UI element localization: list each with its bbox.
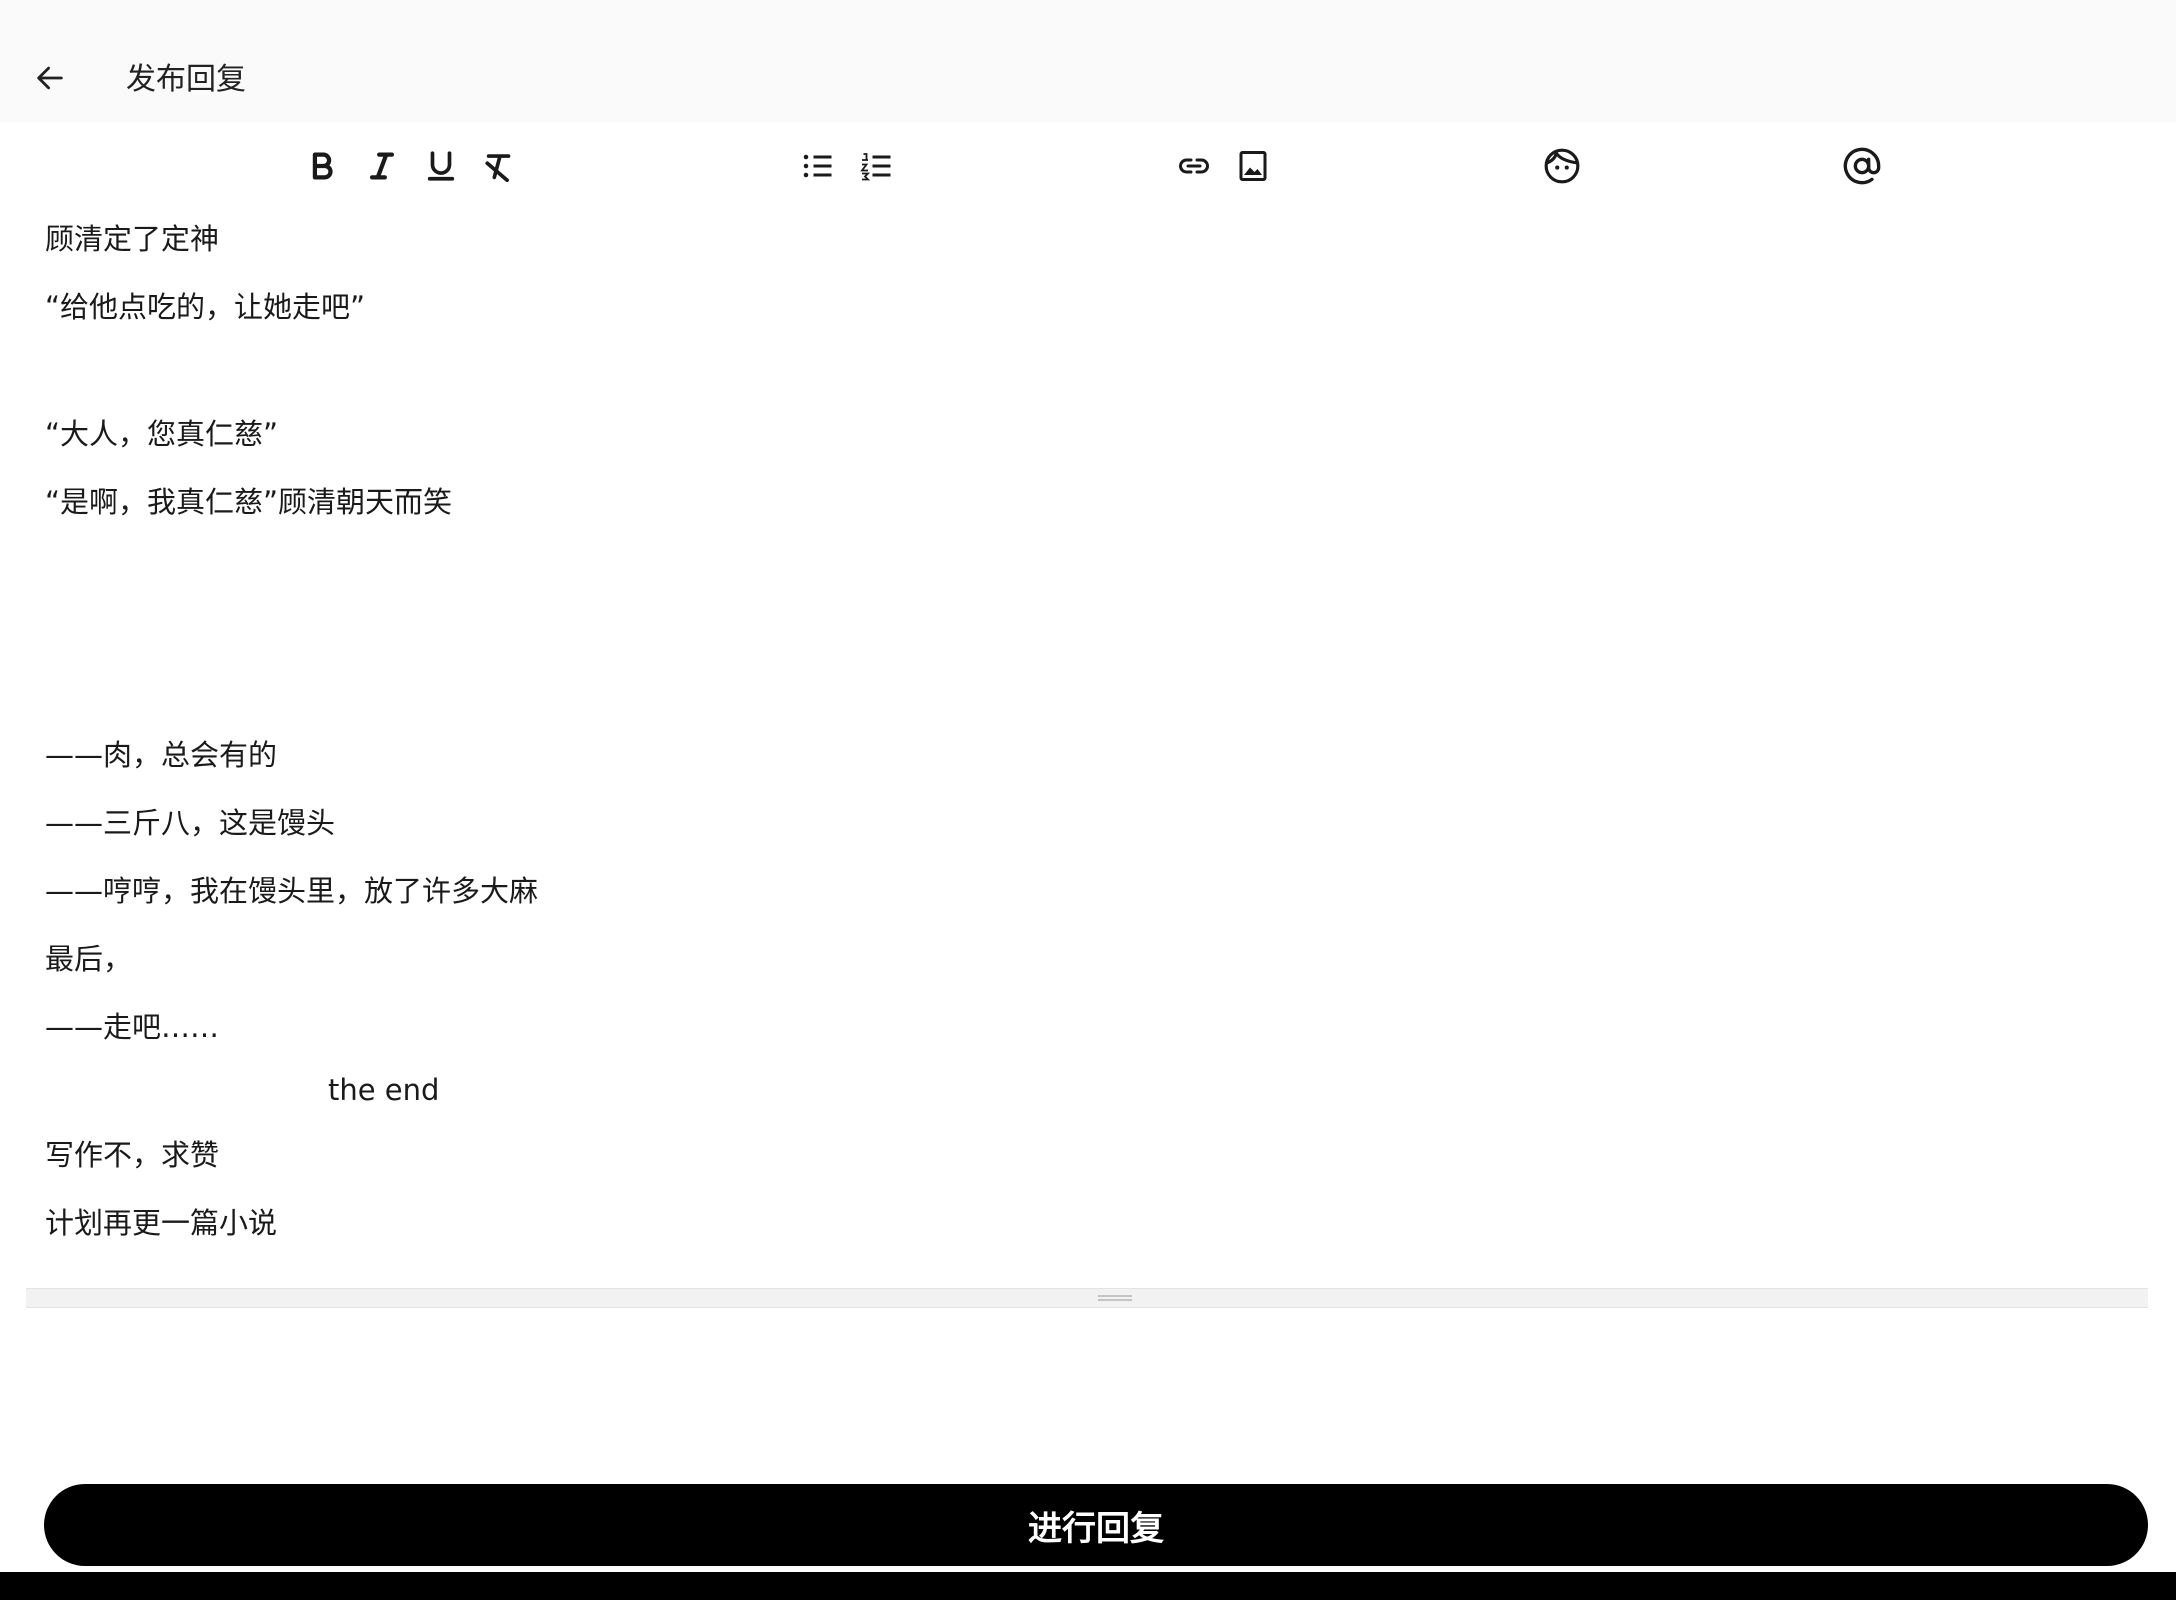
- editor-line: “大人，您真仁慈”: [45, 417, 279, 451]
- mention-icon: [1842, 146, 1882, 186]
- editor-line: ——肉，总会有的: [45, 738, 278, 772]
- grip-icon: [1098, 1295, 1132, 1301]
- editor-line: ——哼哼，我在馒头里，放了许多大麻: [45, 874, 539, 908]
- reply-editor[interactable]: 顾清定了定神 “给他点吃的，让她走吧” “大人，您真仁慈” “是啊，我真仁慈”顾…: [26, 208, 2150, 1288]
- emoji-icon: [1543, 147, 1581, 185]
- page-title: 发布回复: [126, 62, 246, 97]
- submit-reply-button[interactable]: 进行回复: [44, 1484, 2148, 1566]
- bold-button[interactable]: [296, 140, 348, 192]
- arrow-left-icon: [33, 61, 67, 99]
- editor-line: 写作不，求赞: [45, 1138, 220, 1172]
- bottom-bar: [0, 1572, 2176, 1600]
- bulleted-list-icon: [800, 148, 836, 184]
- emoji-button[interactable]: [1536, 140, 1588, 192]
- numbered-list-icon: [859, 148, 895, 184]
- numbered-list-button[interactable]: [851, 140, 903, 192]
- mention-button[interactable]: [1836, 140, 1888, 192]
- italic-icon: [365, 149, 399, 183]
- link-button[interactable]: [1168, 140, 1220, 192]
- editor-line: 最后，: [45, 942, 133, 976]
- bold-icon: [305, 149, 339, 183]
- clear-format-icon: [483, 149, 517, 183]
- image-icon: [1235, 148, 1271, 184]
- editor-line: ——三斤八，这是馒头: [45, 806, 336, 840]
- bulleted-list-button[interactable]: [792, 140, 844, 192]
- header-bar: [0, 0, 2176, 122]
- editor-line: the end: [328, 1073, 440, 1107]
- clear-format-button[interactable]: [474, 140, 526, 192]
- image-button[interactable]: [1227, 140, 1279, 192]
- editor-line: ——走吧……: [45, 1010, 220, 1044]
- editor-line: “是啊，我真仁慈”顾清朝天而笑: [45, 485, 453, 519]
- underline-button[interactable]: [415, 140, 467, 192]
- back-button[interactable]: [22, 52, 78, 108]
- editor-resize-handle[interactable]: [26, 1288, 2148, 1308]
- editor-line: 顾清定了定神: [45, 222, 220, 256]
- italic-button[interactable]: [356, 140, 408, 192]
- editor-line: 计划再更一篇小说: [45, 1206, 278, 1240]
- editor-line: “给他点吃的，让她走吧”: [45, 290, 366, 324]
- link-icon: [1176, 148, 1212, 184]
- underline-icon: [424, 149, 458, 183]
